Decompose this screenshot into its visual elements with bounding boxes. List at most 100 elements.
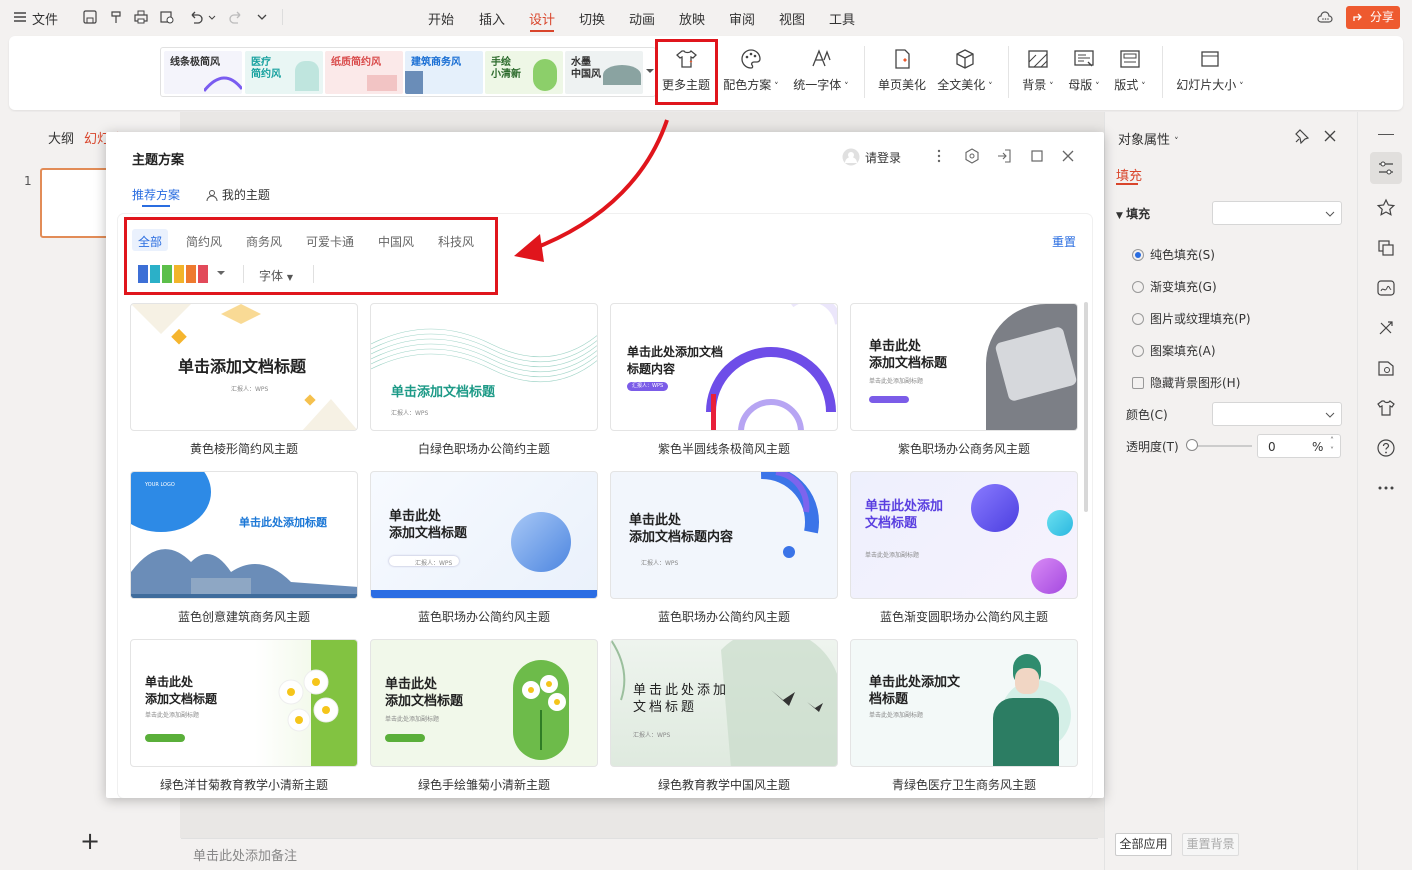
cyan-sphere [1047, 510, 1073, 536]
layout-button[interactable]: 版式 ˅ [1110, 48, 1150, 93]
radio-icon [1132, 249, 1144, 261]
magenta-sphere [1031, 558, 1067, 594]
undo-icon[interactable] [188, 9, 204, 25]
tab-tools[interactable]: 工具 [829, 9, 855, 28]
theme-thumb-line[interactable]: 线条极简风 [164, 51, 242, 94]
sign-icon[interactable] [1376, 278, 1396, 298]
print-icon[interactable] [133, 9, 149, 25]
format-painter-icon[interactable] [108, 9, 124, 25]
save-icon[interactable] [82, 9, 98, 25]
theme-card[interactable]: 单击此处添加文 档标题 单击此处添加副标题 青绿色医疗卫生商务风主题 [850, 639, 1078, 793]
more-icon[interactable] [1376, 478, 1396, 498]
theme-card[interactable]: 单击此处 添加文档标题 单击此处添加副标题 绿色手绘雏菊小清新主题 [370, 639, 598, 793]
theme-thumb-ink[interactable]: 水墨 中国风 [565, 51, 643, 94]
theme-card[interactable]: YOUR LOGO 单击此处添加标题 蓝色创意建筑商务风主题 [130, 471, 358, 625]
gradient-fill-option[interactable]: 渐变填充(G) [1132, 278, 1217, 295]
solid-fill-option[interactable]: 纯色填充(S) [1132, 246, 1215, 263]
cloud-icon[interactable] [1316, 9, 1333, 25]
theme-title: 单击此处 添加文档标题内容 [629, 513, 734, 545]
redo-icon[interactable] [228, 9, 244, 25]
fill-type-select[interactable] [1212, 201, 1342, 225]
sliders-icon[interactable] [1376, 158, 1396, 178]
tab-recommended[interactable]: 推荐方案 [132, 186, 180, 203]
theme-gallery-dropdown-icon[interactable] [645, 66, 655, 76]
slide-size-button[interactable]: 幻灯片大小 ˅ [1172, 48, 1248, 93]
fill-tab[interactable]: 填充 [1116, 165, 1142, 184]
star-icon[interactable] [1376, 198, 1396, 218]
theme-subtitle: 单击此处添加副标题 [865, 552, 920, 559]
close-panel-icon[interactable] [1323, 129, 1337, 143]
color-scheme-button[interactable]: 配色方案 ˅ [722, 48, 780, 93]
theme-caption: 青绿色医疗卫生商务风主题 [891, 778, 1036, 792]
fill-section-toggle[interactable]: ▼ 填充 [1116, 205, 1150, 222]
tab-design[interactable]: 设计 [529, 9, 555, 28]
theme-card[interactable]: 单击此处 添加文档标题 汇报人：WPS 蓝色职场办公简约风主题 [370, 471, 598, 625]
book-icon[interactable] [1376, 358, 1396, 378]
transparency-slider-handle[interactable] [1186, 439, 1198, 451]
print-preview-icon[interactable] [159, 9, 175, 25]
menu-icon[interactable] [12, 9, 28, 25]
tab-animation[interactable]: 动画 [629, 9, 655, 28]
unify-font-button[interactable]: 统一字体 ˅ [790, 48, 852, 93]
tab-transition[interactable]: 切换 [579, 9, 605, 28]
theme-card[interactable]: 单击此处 添加文档标题内容 汇报人：WPS 蓝色职场办公简约风主题 [610, 471, 838, 625]
tools-icon[interactable] [1376, 318, 1396, 338]
theme-thumb-medical[interactable]: 医疗 简约风 [245, 51, 323, 94]
tab-start[interactable]: 开始 [428, 9, 454, 28]
login-link[interactable]: 请登录 [865, 149, 901, 166]
tab-review[interactable]: 审阅 [729, 9, 755, 28]
properties-header[interactable]: 对象属性 ˅ [1118, 129, 1179, 148]
transparency-label: 透明度(T) [1126, 440, 1179, 454]
theme-preview: 单击此处 添加文档标题 单击此处添加副标题 [130, 639, 358, 767]
transparency-input[interactable]: 0 % ˄ ˅ [1257, 434, 1341, 458]
pattern-fill-option[interactable]: 图案填充(A) [1132, 342, 1216, 359]
close-dialog-icon[interactable] [1061, 149, 1075, 163]
user-avatar-icon[interactable] [842, 148, 860, 166]
color-select[interactable] [1212, 402, 1342, 426]
file-menu[interactable]: 文件 [32, 9, 58, 28]
theme-thumb-handdrawn[interactable]: 手绘 小清新 [485, 51, 563, 94]
add-slide-button[interactable]: + [80, 827, 100, 855]
apply-all-button[interactable]: 全部应用 [1115, 833, 1172, 856]
shirt-tool-icon[interactable] [1376, 398, 1396, 418]
master-button[interactable]: 母版 ˅ [1064, 48, 1104, 93]
theme-card[interactable]: 单击此处 添加文档标题 单击此处添加副标题 紫色职场办公商务风主题 [850, 303, 1078, 457]
theme-preview: YOUR LOGO 单击此处添加标题 [130, 471, 358, 599]
theme-card[interactable]: 单击此处添加文档 标题内容 汇报人：WPS 紫色半圆线条极简风主题 [610, 303, 838, 457]
background-button[interactable]: 背景 ˅ [1018, 48, 1058, 93]
full-beautify-button[interactable]: 全文美化 ˅ [934, 48, 996, 93]
theme-card[interactable]: 单击添加文档标题 汇报人：WPS 黄色棱形简约风主题 [130, 303, 358, 457]
more-quick-icon[interactable] [254, 9, 270, 25]
theme-thumb-paper[interactable]: 纸质简约风 [325, 51, 403, 94]
undo-dropdown-icon[interactable] [208, 9, 216, 25]
notes-area[interactable]: 单击此处添加备注 [181, 838, 1098, 870]
reset-background-button[interactable]: 重置背景 [1182, 833, 1239, 856]
copy-shapes-icon[interactable] [1376, 238, 1396, 258]
tab-my-themes[interactable]: 我的主题 [206, 186, 270, 203]
tab-insert[interactable]: 插入 [479, 9, 505, 28]
scrollbar-thumb[interactable] [1084, 302, 1088, 512]
restore-icon[interactable] [996, 148, 1012, 164]
active-tab-indicator [530, 30, 554, 32]
reset-filter-link[interactable]: 重置 [1052, 233, 1076, 250]
theme-title: 单击此处添加 文档标题 [865, 499, 944, 531]
pin-icon[interactable] [1294, 128, 1310, 144]
settings-icon[interactable] [964, 148, 980, 164]
spinner-icon[interactable]: ˄ ˅ [1330, 436, 1334, 456]
theme-thumb-building[interactable]: 建筑商务风 [405, 51, 483, 94]
tab-slideshow[interactable]: 放映 [679, 9, 705, 28]
theme-card[interactable]: 单击此处添加 文档标题 汇报人：WPS 绿色教育教学中国风主题 [610, 639, 838, 793]
share-button[interactable]: 分享 [1346, 6, 1400, 29]
tab-view[interactable]: 视图 [779, 9, 805, 28]
more-vertical-icon[interactable] [936, 148, 942, 164]
maximize-icon[interactable] [1030, 149, 1044, 163]
outline-tab[interactable]: 大纲 [48, 128, 74, 147]
theme-card[interactable]: 单击此处 添加文档标题 单击此处添加副标题 绿色洋甘菊教育教学小清新主题 [130, 639, 358, 793]
picture-fill-option[interactable]: 图片或纹理填充(P) [1132, 310, 1251, 327]
help-icon[interactable] [1376, 438, 1396, 458]
theme-card[interactable]: 单击添加文档标题 汇报人：WPS 白绿色职场办公简约主题 [370, 303, 598, 457]
theme-card[interactable]: 单击此处添加 文档标题 单击此处添加副标题 蓝色渐变圆职场办公简约风主题 [850, 471, 1078, 625]
hide-background-checkbox[interactable]: 隐藏背景图形(H) [1132, 374, 1240, 391]
page-beautify-button[interactable]: 单页美化 [874, 48, 930, 93]
collapse-icon[interactable] [1378, 134, 1394, 135]
